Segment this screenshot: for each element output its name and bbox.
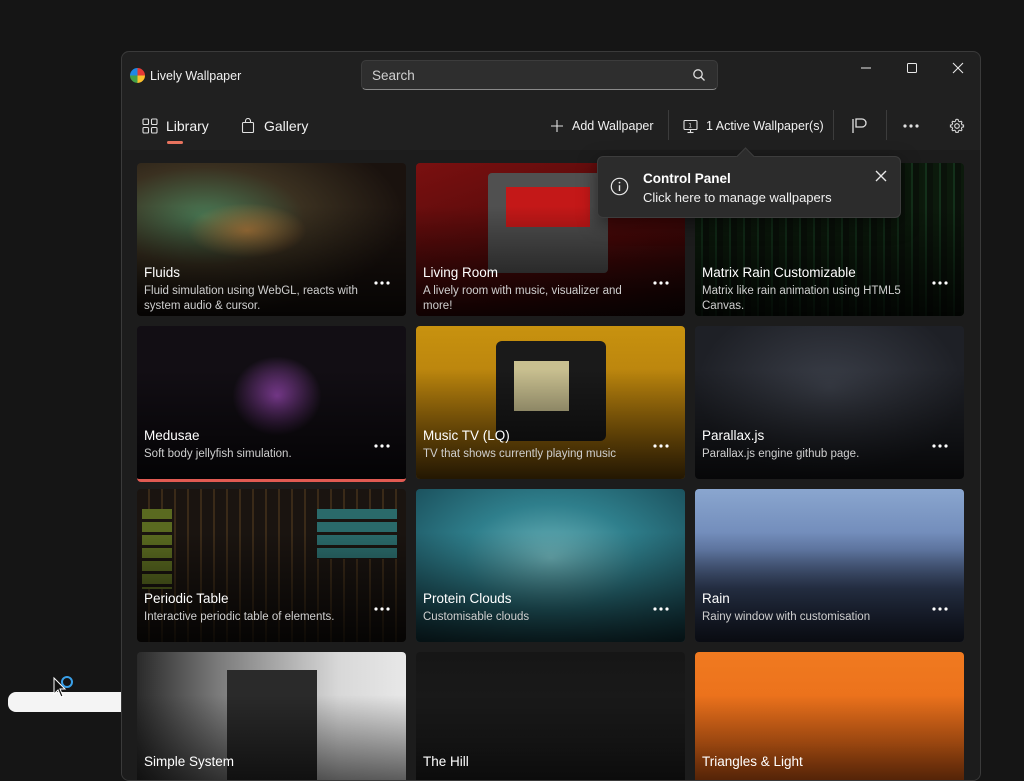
wallpaper-description: Fluid simulation using WebGL, reacts wit… [144, 285, 358, 312]
ellipsis-icon [653, 281, 669, 285]
toolbar: Library Gallery Add Wallpaper 1 1 Active… [122, 100, 980, 150]
wallpaper-title: Simple System [144, 754, 235, 769]
search-icon[interactable] [691, 67, 707, 83]
search-input[interactable] [362, 61, 682, 89]
wallpaper-library: Fluids Fluid simulation using WebGL, rea… [122, 150, 980, 780]
nav-gallery-label: Gallery [264, 118, 309, 134]
search-box[interactable] [361, 60, 718, 90]
wallpaper-more-button[interactable] [651, 601, 671, 617]
wallpaper-title: Protein Clouds [423, 591, 512, 606]
wallpaper-more-button[interactable] [372, 601, 392, 617]
nav-library-label: Library [166, 118, 209, 134]
svg-text:1: 1 [688, 122, 692, 129]
title-bar[interactable]: Lively Wallpaper [122, 52, 980, 100]
app-logo-icon [130, 68, 145, 83]
ellipsis-icon [932, 281, 948, 285]
close-icon [952, 62, 964, 74]
close-icon[interactable] [874, 169, 888, 183]
control-panel-teaching-tip[interactable]: Control Panel Click here to manage wallp… [597, 147, 901, 218]
wallpaper-card-medusae[interactable]: Medusae Soft body jellyfish simulation. [137, 326, 406, 482]
ellipsis-icon [653, 607, 669, 611]
wallpaper-card-fluids[interactable]: Fluids Fluid simulation using WebGL, rea… [137, 163, 406, 316]
ellipsis-icon [903, 124, 919, 128]
wallpaper-title: Medusae [144, 428, 200, 443]
maximize-button[interactable] [889, 52, 935, 84]
minimize-button[interactable] [843, 52, 889, 84]
settings-button[interactable] [949, 114, 965, 138]
ellipsis-icon [374, 607, 390, 611]
wallpaper-more-button[interactable] [930, 275, 950, 291]
wallpaper-title: Music TV (LQ) [423, 428, 510, 443]
app-title: Lively Wallpaper [150, 69, 242, 83]
wallpaper-card-simple-system[interactable]: Simple System [137, 652, 406, 780]
nav-gallery[interactable]: Gallery [240, 114, 308, 138]
info-icon [610, 177, 629, 196]
toolbar-divider [668, 110, 669, 140]
plus-icon [551, 120, 563, 132]
grid-icon [142, 118, 158, 134]
wallpaper-description: Parallax.js engine github page. [702, 448, 860, 460]
wallpaper-description: Customisable clouds [423, 611, 530, 623]
close-button[interactable] [935, 52, 980, 84]
ellipsis-icon [653, 444, 669, 448]
wallpaper-card-protein-clouds[interactable]: Protein Clouds Customisable clouds [416, 489, 685, 642]
active-wallpapers-label: 1 Active Wallpaper(s) [706, 119, 824, 133]
wallpaper-description: Soft body jellyfish simulation. [144, 448, 292, 460]
wallpaper-title: Living Room [423, 265, 499, 280]
active-wallpapers-button[interactable]: 1 1 Active Wallpaper(s) [683, 114, 824, 138]
add-wallpaper-button[interactable]: Add Wallpaper [550, 114, 654, 138]
toolbar-divider [833, 110, 834, 140]
shopping-bag-icon [241, 118, 255, 134]
flag-icon [852, 118, 867, 133]
wallpaper-title: Rain [702, 591, 730, 606]
wallpaper-card-the-hill[interactable]: The Hill [416, 652, 685, 780]
wallpaper-description: Interactive periodic table of elements. [144, 611, 335, 623]
wallpaper-description: A lively room with music, visualizer and… [423, 285, 622, 312]
ellipsis-icon [932, 444, 948, 448]
busy-cursor-icon [53, 676, 73, 698]
more-options-button[interactable] [902, 114, 920, 138]
wallpaper-card-music-tv[interactable]: Music TV (LQ) TV that shows currently pl… [416, 326, 685, 479]
wallpaper-title: Fluids [144, 265, 181, 280]
teaching-tip-title: Control Panel [643, 171, 731, 186]
wallpaper-description: TV that shows currently playing music [423, 448, 617, 460]
minimize-icon [861, 67, 871, 69]
wallpaper-card-triangles-light[interactable]: Triangles & Light [695, 652, 964, 780]
gear-icon [949, 118, 965, 133]
wallpaper-title: Periodic Table [144, 591, 229, 606]
ellipsis-icon [932, 607, 948, 611]
add-wallpaper-label: Add Wallpaper [572, 119, 654, 133]
wallpaper-card-parallax[interactable]: Parallax.js Parallax.js engine github pa… [695, 326, 964, 479]
wallpaper-description: Matrix like rain animation using HTML5 C… [702, 285, 901, 312]
wallpaper-more-button[interactable] [651, 275, 671, 291]
screen-layout-button[interactable] [850, 114, 868, 138]
teaching-tip-subtitle: Click here to manage wallpapers [643, 190, 832, 205]
toolbar-divider [886, 110, 887, 140]
wallpaper-more-button[interactable] [372, 275, 392, 291]
nav-selection-indicator [167, 141, 183, 144]
wallpaper-card-periodic-table[interactable]: Periodic Table Interactive periodic tabl… [137, 489, 406, 642]
wallpaper-card-rain[interactable]: Rain Rainy window with customisation [695, 489, 964, 642]
monitor-icon: 1 [683, 119, 698, 133]
wallpaper-title: Triangles & Light [702, 754, 803, 769]
wallpaper-more-button[interactable] [930, 438, 950, 454]
maximize-icon [907, 63, 917, 73]
wallpaper-title: Parallax.js [702, 428, 765, 443]
wallpaper-more-button[interactable] [372, 438, 392, 454]
wallpaper-title: The Hill [423, 754, 469, 769]
ellipsis-icon [374, 444, 390, 448]
ellipsis-icon [374, 281, 390, 285]
nav-library[interactable]: Library [142, 114, 209, 138]
wallpaper-description: Rainy window with customisation [702, 611, 871, 623]
wallpaper-more-button[interactable] [651, 438, 671, 454]
wallpaper-title: Matrix Rain Customizable [702, 265, 856, 280]
wallpaper-more-button[interactable] [930, 601, 950, 617]
